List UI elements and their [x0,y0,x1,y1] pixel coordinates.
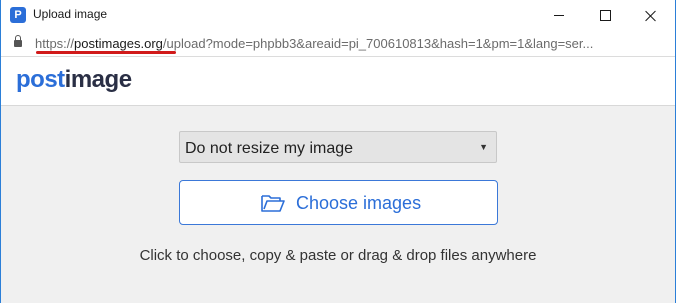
site-header: postimage [1,57,675,106]
upload-area[interactable]: Do not resize my image ▼ Choose images C… [1,106,675,303]
url-text: https://postimages.org/upload?mode=phpbb… [35,36,655,51]
lock-icon[interactable] [14,35,22,47]
dropdown-arrow-icon: ▼ [479,142,488,152]
choose-images-label: Choose images [296,193,422,213]
window-title: Upload image [33,7,108,21]
close-button[interactable] [628,0,674,31]
postimage-app-icon: P [10,7,26,23]
title-bar[interactable]: P Upload image [1,0,675,31]
minimize-icon [554,15,564,16]
address-bar: https://postimages.org/upload?mode=phpbb… [1,31,675,57]
choose-images-button[interactable]: Choose images [179,180,498,225]
url-host: postimages.org [74,36,163,51]
close-icon [645,10,657,22]
postimage-logo[interactable]: postimage [16,66,132,94]
logo-part-image: image [64,66,132,93]
app-icon-letter: P [14,9,22,21]
upload-image-window: P Upload image https://postimages.org/up… [0,0,676,303]
upload-hint-text: Click to choose, copy & paste or drag & … [139,247,537,264]
url-path: /upload?mode=phpbb3&areaid=pi_700610813&… [162,36,594,51]
minimize-button[interactable] [536,0,582,31]
resize-select[interactable]: Do not resize my image ▼ [179,131,497,163]
maximize-icon [599,10,611,21]
folder-open-icon [261,195,285,212]
resize-select-value: Do not resize my image [185,140,354,157]
url-highlight-underline [36,51,176,54]
logo-part-post: post [16,66,65,93]
maximize-button[interactable] [582,0,628,31]
url-scheme: https:// [35,36,75,51]
